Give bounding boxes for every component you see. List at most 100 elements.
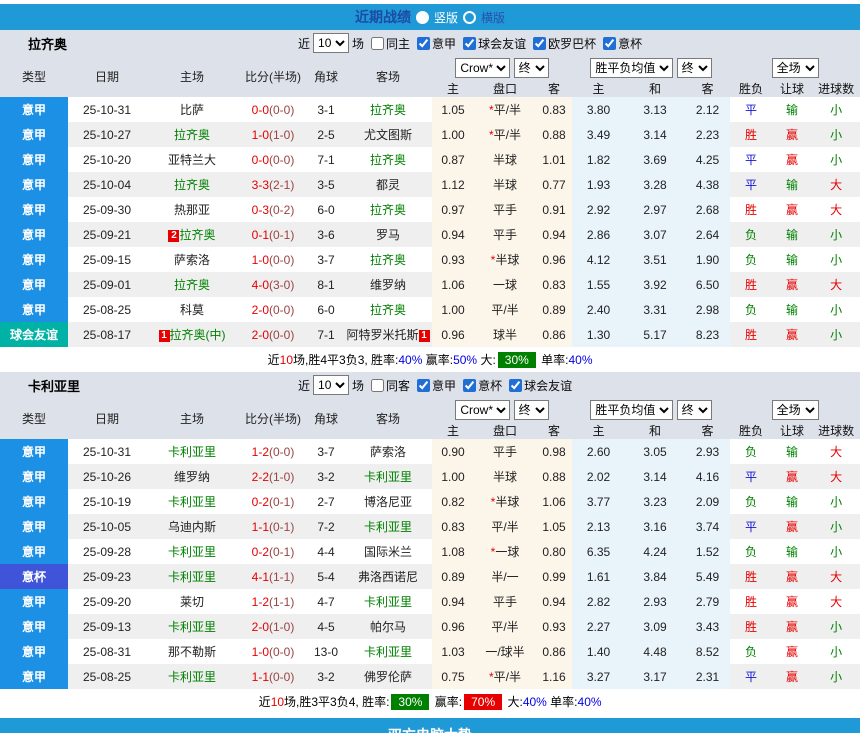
away-team: 阿特罗米托斯1 [344,322,432,347]
match-row: 意甲25-09-15萨索洛1-0(0-0)3-7拉齐奥0.93*半球0.964.… [0,247,860,272]
home-team-name: 拉齐奥 [179,228,215,242]
league-filter-0-checkbox[interactable] [417,37,430,50]
match-count-select[interactable]: 10 [313,375,349,395]
avg-odds-value: 8.52 [685,639,730,664]
away-team: 拉齐奥 [344,147,432,172]
horizontal-view-radio[interactable] [463,11,476,24]
bookmaker-select[interactable]: Crow* [455,400,510,420]
match-row: 意甲25-09-28卡利亚里0-2(0-1)4-4国际米兰1.08*一球0.80… [0,539,860,564]
league-filter-3-checkbox[interactable] [603,37,616,50]
match-date: 25-09-23 [68,564,146,589]
avg-odds-value: 1.40 [572,639,625,664]
handicap-odds: 0.96 [432,322,474,347]
same-venue-filter-checkbox[interactable] [371,379,384,392]
match-row: 意甲25-09-20莱切1-2(1-1)4-7卡利亚里0.94平手0.942.8… [0,589,860,614]
avg-odds-select[interactable]: 胜平负均值 [590,58,673,78]
handicap-line: 一球 [474,272,536,297]
odds-stage-select[interactable]: 终 [514,400,549,420]
home-team-name: 卡利亚里 [168,445,216,459]
handicap-line: 平手 [474,222,536,247]
avg-odds-value: 4.38 [685,172,730,197]
score: 2-2(1-0) [238,464,308,489]
result: 胜 [730,564,772,589]
match-row: 意甲25-10-31比萨0-0(0-0)3-1拉齐奥1.05*平/半0.833.… [0,97,860,122]
handicap-odds: 0.96 [536,247,572,272]
handicap-result: 输 [772,489,812,514]
match-count-select[interactable]: 10 [313,33,349,53]
avg-odds-value: 2.40 [572,297,625,322]
team-filter-row: 卡利亚里近10场同客意甲意杯球会友谊 [0,372,860,398]
handicap-result: 输 [772,222,812,247]
bookmaker-select[interactable]: Crow* [455,58,510,78]
match-type: 意甲 [0,464,68,489]
section-title-bar: 近期战绩竖版 横版 [0,4,860,30]
result: 胜 [730,614,772,639]
handicap-odds: 0.83 [536,272,572,297]
match-date: 25-08-25 [68,297,146,322]
home-team: 拉齐奥 [146,172,238,197]
score: 0-1(0-1) [238,222,308,247]
avg-odds-value: 3.51 [625,247,685,272]
same-venue-filter-checkbox[interactable] [371,37,384,50]
result: 胜 [730,197,772,222]
sub-col-header: 胜负 [730,80,772,97]
avg-odds-value: 5.49 [685,564,730,589]
scope-select[interactable]: 全场 [772,58,819,78]
away-team: 博洛尼亚 [344,489,432,514]
league-filter-1-checkbox[interactable] [463,37,476,50]
result: 负 [730,489,772,514]
league-filter-3: 意杯 [599,35,642,52]
avg-stage-select[interactable]: 终 [677,400,712,420]
avg-odds-value: 2.93 [625,589,685,614]
handicap-result: 赢 [772,589,812,614]
home-team: 比萨 [146,97,238,122]
avg-stage-select[interactable]: 终 [677,58,712,78]
avg-odds-value: 2.60 [572,439,625,464]
handicap-result: 输 [772,247,812,272]
score: 0-2(0-1) [238,539,308,564]
goals-result: 小 [812,297,860,322]
away-team-name: 国际米兰 [364,545,412,559]
avg-odds-value: 3.14 [625,122,685,147]
away-team-name: 弗洛西诺尼 [358,570,418,584]
handicap-odds: 0.75 [432,664,474,689]
league-filter-2-checkbox[interactable] [509,379,522,392]
home-team: 卡利亚里 [146,539,238,564]
handicap-odds: 1.06 [432,272,474,297]
match-type: 意甲 [0,172,68,197]
score: 1-1(0-1) [238,514,308,539]
handicap-line: *半球 [474,489,536,514]
away-team: 佛罗伦萨 [344,664,432,689]
avg-odds-select[interactable]: 胜平负均值 [590,400,673,420]
match-type: 意甲 [0,222,68,247]
corner-score: 13-0 [308,639,344,664]
avg-odds-value: 2.31 [685,664,730,689]
away-team: 萨索洛 [344,439,432,464]
col-header: 比分(半场) [238,398,308,439]
corner-score: 4-7 [308,589,344,614]
handicap-odds: 0.94 [432,222,474,247]
avg-odds-value: 2.09 [685,489,730,514]
near-label: 近 [298,35,310,52]
league-filter-1-checkbox[interactable] [463,379,476,392]
home-team-name: 卡利亚里 [168,495,216,509]
home-team: 乌迪内斯 [146,514,238,539]
home-team: 萨索洛 [146,247,238,272]
home-team-name: 热那亚 [174,203,210,217]
match-date: 25-10-31 [68,439,146,464]
scope-select[interactable]: 全场 [772,400,819,420]
matches-label: 场 [352,35,364,52]
handicap-odds: 1.01 [536,147,572,172]
result: 平 [730,464,772,489]
league-filter-0-checkbox[interactable] [417,379,430,392]
odds-stage-select[interactable]: 终 [514,58,549,78]
league-filter-2-checkbox[interactable] [533,37,546,50]
handicap-odds: 1.12 [432,172,474,197]
away-team: 拉齐奥 [344,247,432,272]
handicap-line: 平手 [474,197,536,222]
home-team: 卡利亚里 [146,564,238,589]
vertical-view-radio[interactable] [416,11,429,24]
handicap-odds: 0.83 [432,514,474,539]
avg-odds-value: 2.64 [685,222,730,247]
sub-col-header: 进球数 [812,422,860,439]
